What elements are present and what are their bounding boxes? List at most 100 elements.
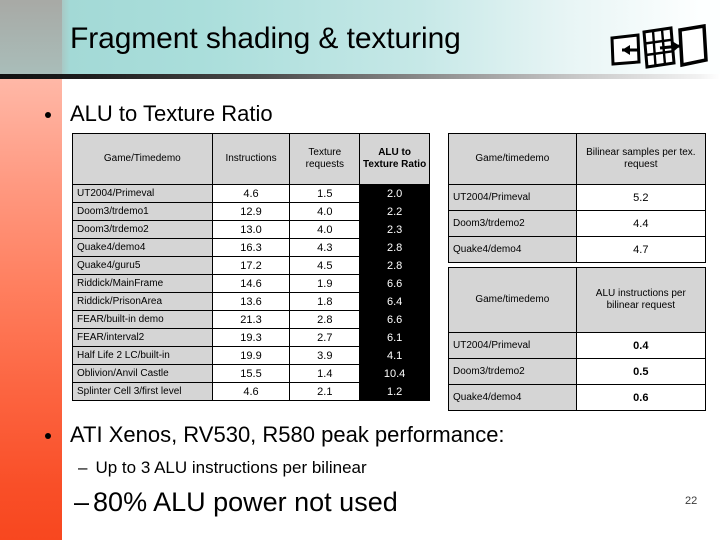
texture-mapping-icon (610, 24, 708, 69)
cell-texture-requests: 1.5 (289, 184, 361, 203)
dash-marker-icon: – (78, 458, 88, 477)
cell-ratio: 2.0 (359, 184, 430, 203)
cell-instructions: 4.6 (211, 382, 291, 401)
alu-to-texture-ratio-table: Game/Timedemo Instructions Texture reque… (72, 133, 430, 401)
cell-value: 0.5 (575, 358, 707, 385)
column-header-instructions: Instructions (211, 133, 291, 185)
table-header-row: Game/timedemo ALU instructions per bilin… (448, 267, 707, 333)
table-row: Doom3/trdemo2 13.0 4.0 2.3 (72, 220, 430, 239)
sub-bullet-label: Up to 3 ALU instructions per bilinear (95, 458, 367, 477)
table-row: Quake4/demo4 4.7 (448, 236, 707, 263)
cell-value: 0.4 (575, 332, 707, 359)
column-header-alu-per-bilinear: ALU instructions per bilinear request (575, 267, 707, 333)
bullet-dot-icon (45, 433, 51, 439)
table-header-row: Game/timedemo Bilinear samples per tex. … (448, 133, 707, 185)
column-header-game: Game/Timedemo (72, 133, 213, 185)
column-header-bilinear-samples: Bilinear samples per tex. request (575, 133, 707, 185)
cell-game: Quake4/guru5 (72, 256, 213, 275)
cell-ratio: 2.8 (359, 238, 430, 257)
cell-game: Quake4/demo4 (72, 238, 213, 257)
cell-instructions: 16.3 (211, 238, 291, 257)
cell-ratio: 6.4 (359, 292, 430, 311)
sub-bullet-label: 80% ALU power not used (93, 487, 398, 517)
table-row: Quake4/demo4 16.3 4.3 2.8 (72, 238, 430, 257)
column-header-game: Game/timedemo (448, 267, 577, 333)
cell-value: 0.6 (575, 384, 707, 411)
cell-game: FEAR/interval2 (72, 328, 213, 347)
cell-game: Oblivion/Anvil Castle (72, 364, 213, 383)
cell-value: 4.7 (575, 236, 707, 263)
cell-texture-requests: 2.8 (289, 310, 361, 329)
table-row: Quake4/guru5 17.2 4.5 2.8 (72, 256, 430, 275)
table-row: FEAR/built-in demo 21.3 2.8 6.6 (72, 310, 430, 329)
cell-texture-requests: 3.9 (289, 346, 361, 365)
cell-texture-requests: 4.3 (289, 238, 361, 257)
cell-game: Doom3/trdemo2 (448, 358, 577, 385)
cell-instructions: 4.6 (211, 184, 291, 203)
table-row: Doom3/trdemo1 12.9 4.0 2.2 (72, 202, 430, 221)
cell-texture-requests: 2.1 (289, 382, 361, 401)
slide-page-number: 22 (685, 495, 698, 507)
bullet-label: ALU to Texture Ratio (70, 101, 273, 126)
cell-value: 4.4 (575, 210, 707, 237)
cell-game: Doom3/trdemo2 (448, 210, 577, 237)
bilinear-samples-table: Game/timedemo Bilinear samples per tex. … (448, 133, 707, 263)
cell-instructions: 19.3 (211, 328, 291, 347)
cell-texture-requests: 4.0 (289, 220, 361, 239)
cell-game: Quake4/demo4 (448, 236, 577, 263)
table-row: Quake4/demo4 0.6 (448, 384, 707, 411)
cell-ratio: 2.8 (359, 256, 430, 275)
cell-game: Doom3/trdemo2 (72, 220, 213, 239)
slide-canvas: Fragment shading & texturing ALU to Text… (0, 0, 720, 540)
table-row: Riddick/MainFrame 14.6 1.9 6.6 (72, 274, 430, 293)
cell-value: 5.2 (575, 184, 707, 211)
cell-game: UT2004/Primeval (448, 184, 577, 211)
sub-bullet-alu-per-bilinear: – Up to 3 ALU instructions per bilinear (78, 457, 367, 478)
cell-ratio: 2.3 (359, 220, 430, 239)
table-row: UT2004/Primeval 0.4 (448, 332, 707, 359)
cell-game: UT2004/Primeval (448, 332, 577, 359)
cell-instructions: 13.0 (211, 220, 291, 239)
bullet-alu-to-texture-ratio: ALU to Texture Ratio (45, 101, 273, 127)
cell-ratio: 6.1 (359, 328, 430, 347)
cell-texture-requests: 1.4 (289, 364, 361, 383)
cell-instructions: 15.5 (211, 364, 291, 383)
cell-texture-requests: 1.9 (289, 274, 361, 293)
table-row: Oblivion/Anvil Castle 15.5 1.4 10.4 (72, 364, 430, 383)
cell-texture-requests: 4.5 (289, 256, 361, 275)
cell-instructions: 14.6 (211, 274, 291, 293)
table-row: Half Life 2 LC/built-in 19.9 3.9 4.1 (72, 346, 430, 365)
alu-per-bilinear-table: Game/timedemo ALU instructions per bilin… (448, 267, 707, 411)
table-row: Doom3/trdemo2 4.4 (448, 210, 707, 237)
column-header-game: Game/timedemo (448, 133, 577, 185)
table-row: UT2004/Primeval 4.6 1.5 2.0 (72, 184, 430, 203)
cell-ratio: 2.2 (359, 202, 430, 221)
cell-instructions: 17.2 (211, 256, 291, 275)
cell-ratio: 4.1 (359, 346, 430, 365)
table-row: Riddick/PrisonArea 13.6 1.8 6.4 (72, 292, 430, 311)
cell-ratio: 1.2 (359, 382, 430, 401)
cell-instructions: 19.9 (211, 346, 291, 365)
column-header-texture-requests: Texture requests (289, 133, 361, 185)
bullet-label: ATI Xenos, RV530, R580 peak performance: (70, 422, 505, 447)
bullet-dot-icon (45, 112, 51, 118)
sub-bullet-alu-power-unused: – 80% ALU power not used (74, 486, 398, 518)
cell-instructions: 21.3 (211, 310, 291, 329)
cell-ratio: 6.6 (359, 310, 430, 329)
table-row: FEAR/interval2 19.3 2.7 6.1 (72, 328, 430, 347)
cell-game: Riddick/MainFrame (72, 274, 213, 293)
cell-texture-requests: 4.0 (289, 202, 361, 221)
table-row: Doom3/trdemo2 0.5 (448, 358, 707, 385)
cell-ratio: 10.4 (359, 364, 430, 383)
cell-texture-requests: 1.8 (289, 292, 361, 311)
accent-side-bar (0, 79, 62, 540)
dash-marker-icon: – (74, 487, 90, 517)
bullet-peak-performance: ATI Xenos, RV530, R580 peak performance: (45, 422, 505, 448)
table-row: UT2004/Primeval 5.2 (448, 184, 707, 211)
cell-instructions: 13.6 (211, 292, 291, 311)
table-header-row: Game/Timedemo Instructions Texture reque… (72, 133, 430, 185)
cell-game: UT2004/Primeval (72, 184, 213, 203)
cell-game: Half Life 2 LC/built-in (72, 346, 213, 365)
table-row: Splinter Cell 3/first level 4.6 2.1 1.2 (72, 382, 430, 401)
cell-instructions: 12.9 (211, 202, 291, 221)
